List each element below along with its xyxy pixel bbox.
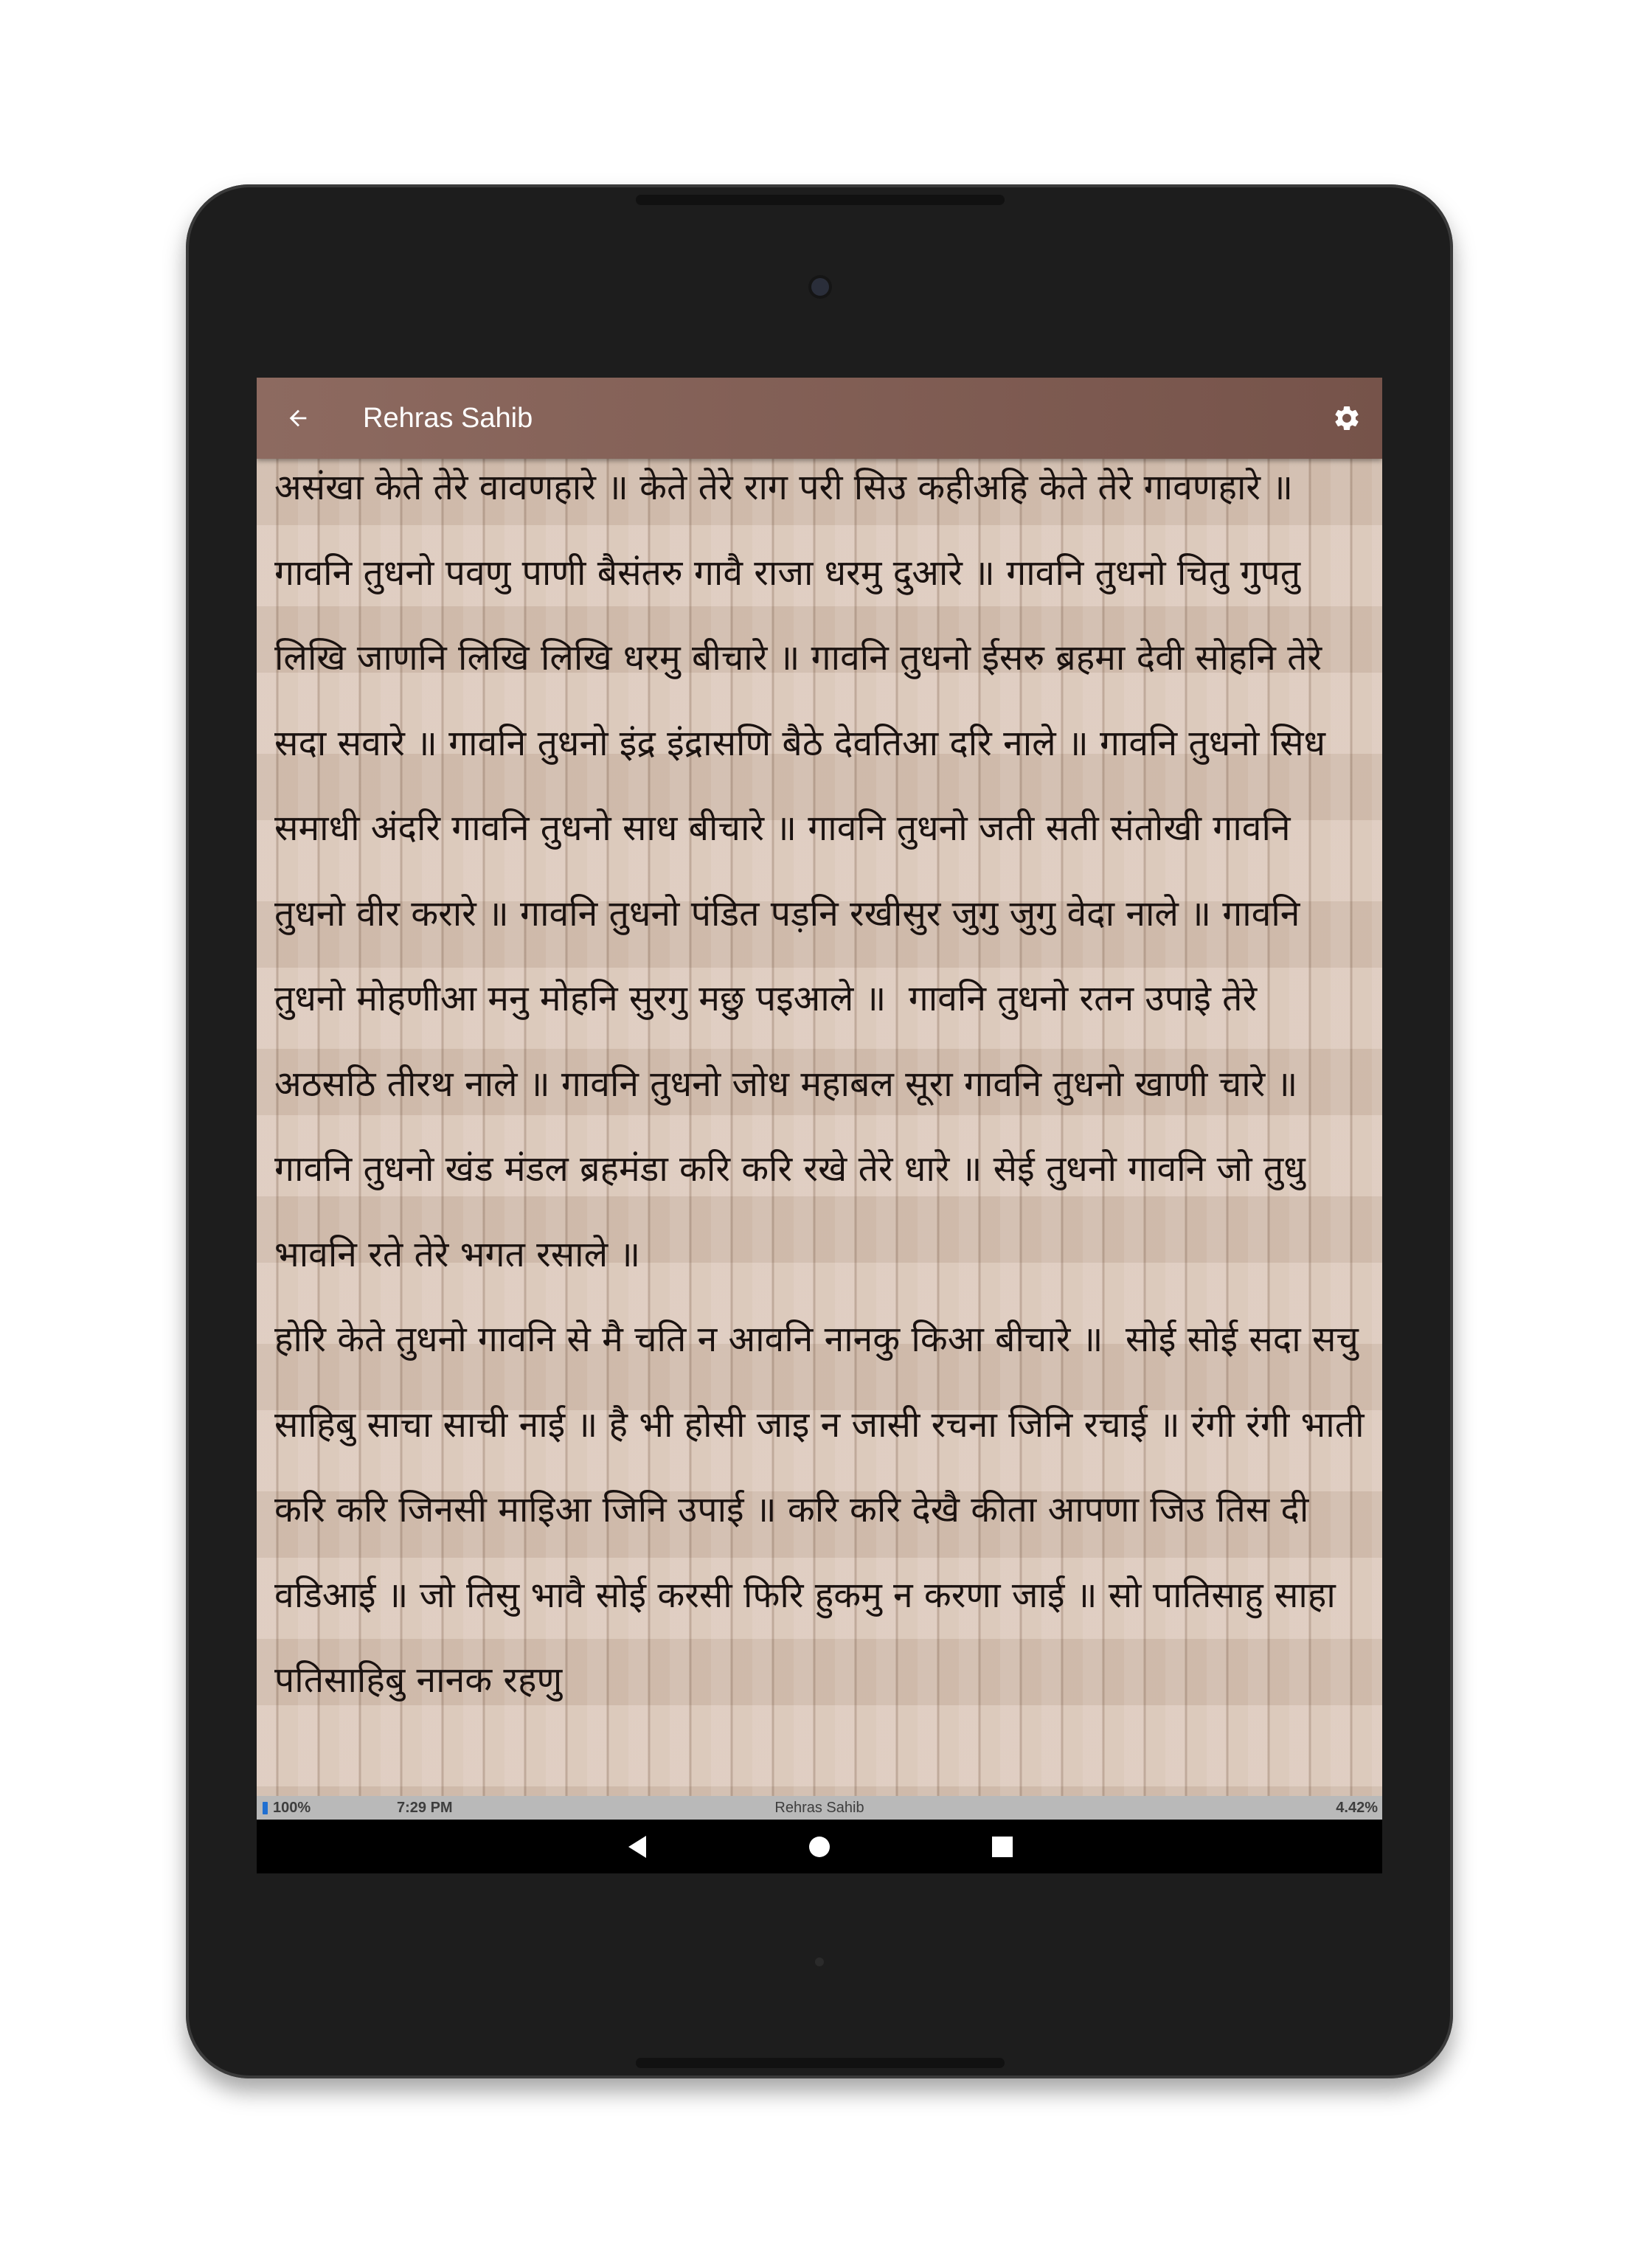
bottom-sensor — [815, 1957, 824, 1966]
nav-home-button[interactable] — [799, 1827, 840, 1867]
scripture-reading-area[interactable]: असंखा केते तेरे वावणहारे ॥ केते तेरे राग… — [257, 459, 1382, 1796]
gear-icon — [1335, 406, 1359, 430]
settings-button[interactable] — [1326, 398, 1367, 439]
system-navigation-bar — [257, 1820, 1382, 1873]
nav-recents-button[interactable] — [982, 1827, 1023, 1867]
tablet-device: Rehras Sahib असंखा केते तेरे वावणहारे ॥ … — [186, 184, 1453, 2078]
reading-progress: 4.42% — [1336, 1800, 1378, 1816]
arrow-left-icon — [289, 409, 307, 427]
square-recents-icon — [992, 1837, 1013, 1857]
reader-status-strip: 100% 7:29 PM Rehras Sahib 4.42% — [257, 1796, 1382, 1820]
scripture-text: असंखा केते तेरे वावणहारे ॥ केते तेरे राग… — [274, 467, 1365, 1701]
page-title: Rehras Sahib — [363, 403, 533, 434]
status-title: Rehras Sahib — [774, 1800, 864, 1816]
circle-home-icon — [809, 1837, 830, 1857]
device-screen: Rehras Sahib असंखा केते तेरे वावणहारे ॥ … — [257, 378, 1382, 1873]
top-speaker-grille — [636, 195, 1005, 205]
nav-back-button[interactable] — [617, 1827, 658, 1867]
app-toolbar: Rehras Sahib — [257, 378, 1382, 459]
back-button[interactable] — [277, 398, 319, 439]
bottom-speaker-grille — [636, 2058, 1005, 2068]
front-camera — [811, 278, 829, 296]
triangle-back-icon — [628, 1836, 646, 1858]
